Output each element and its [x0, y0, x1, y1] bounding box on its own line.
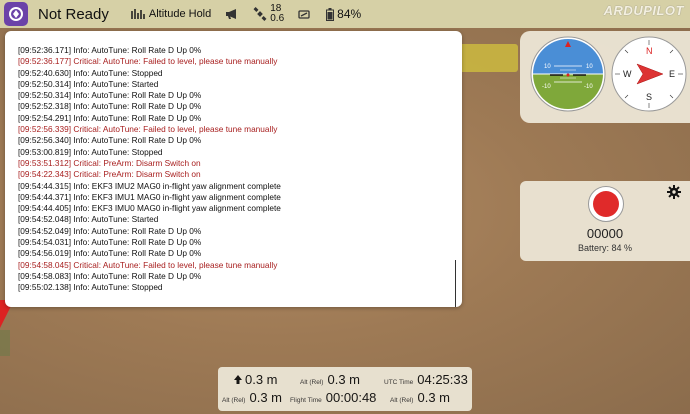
compass-south: S — [646, 92, 652, 102]
mission-status-strip — [462, 44, 518, 72]
log-message: [09:52:54.291] Info: AutoTune: Roll Rate… — [18, 112, 202, 123]
rc-signal-icon — [298, 10, 310, 19]
log-message: [09:52:56.340] Info: AutoTune: Roll Rate… — [18, 135, 202, 146]
pitch-label-right-down: -10 — [584, 84, 593, 90]
compass-east: E — [669, 69, 675, 79]
alt-rel-label: Alt (Rel) — [300, 379, 324, 386]
log-message: [09:52:50.314] Info: AutoTune: Roll Rate… — [18, 90, 202, 101]
log-message: [09:54:22.343] Critical: PreArm: Disarm … — [18, 169, 201, 180]
pitch-label-right-up: 10 — [586, 64, 593, 70]
climb-readout: 0.3 m — [234, 372, 278, 387]
compass-west: W — [623, 69, 632, 79]
ardupilot-logo: ARDUPILOT — [603, 3, 684, 18]
log-message: [09:54:56.019] Info: AutoTune: Roll Rate… — [18, 248, 202, 259]
battery-indicator[interactable]: 84% — [326, 7, 361, 21]
utc-time-readout: UTC Time 04:25:33 — [384, 372, 468, 387]
log-message: [09:52:36.177] Critical: AutoTune: Faile… — [18, 56, 278, 67]
rc-rssi-indicator[interactable] — [298, 8, 312, 20]
pitch-label-left-down: -10 — [542, 84, 551, 90]
compass-north: N — [646, 46, 653, 56]
alt-rel-3-readout: Alt (Rel) 0.3 m — [390, 390, 450, 405]
alt-rel-2-value: 0.3 m — [249, 390, 282, 405]
alt-rel-value: 0.3 m — [327, 372, 360, 387]
pitch-label-left-up: 10 — [544, 64, 551, 70]
megaphone-icon — [226, 9, 237, 19]
log-message: [09:52:36.171] Info: AutoTune: Roll Rate… — [18, 45, 202, 55]
climb-value: 0.3 m — [245, 372, 278, 387]
utc-time-value: 04:25:33 — [417, 372, 468, 387]
flight-time-label: Flight Time — [290, 397, 322, 404]
log-message: [09:53:00.819] Info: AutoTune: Stopped — [18, 146, 163, 157]
log-message: [09:54:44.315] Info: EKF3 IMU2 MAG0 in-f… — [18, 180, 281, 191]
battery-percent: 84% — [337, 7, 362, 21]
log-message: [09:55:02.138] Info: AutoTune: Stopped — [18, 282, 163, 293]
battery-icon — [326, 7, 335, 21]
message-log-panel[interactable]: [09:52:36.171] Info: AutoTune: Roll Rate… — [5, 31, 462, 307]
log-message: [09:54:52.049] Info: AutoTune: Roll Rate… — [18, 225, 202, 236]
gps-indicator[interactable]: 18 0.6 — [253, 4, 284, 24]
messages-indicator[interactable] — [225, 8, 239, 20]
record-button[interactable] — [588, 186, 624, 222]
alt-rel-readout: Alt (Rel) 0.3 m — [300, 372, 360, 387]
alt-rel-3-label: Alt (Rel) — [390, 397, 414, 404]
flight-time-readout: Flight Time 00:00:48 — [290, 390, 376, 405]
telemetry-panel[interactable]: 0.3 m Alt (Rel) 0.3 m UTC Time 04:25:33 … — [218, 367, 472, 411]
flight-mode-label: Altitude Hold — [148, 8, 212, 20]
gps-hdop: 0.6 — [270, 13, 285, 24]
qgc-menu-button[interactable] — [4, 2, 28, 26]
log-message: [09:54:52.048] Info: AutoTune: Started — [18, 214, 159, 225]
satellite-icon — [253, 7, 267, 21]
alt-rel-2-label: Alt (Rel) — [222, 397, 246, 404]
log-message: [09:54:54.031] Info: AutoTune: Roll Rate… — [18, 237, 202, 248]
qgc-logo-icon — [9, 7, 23, 21]
alt-rel-3-value: 0.3 m — [417, 390, 450, 405]
log-message: [09:52:50.314] Info: AutoTune: Started — [18, 78, 159, 89]
log-message: [09:54:44.405] Info: EKF3 IMU0 MAG0 in-f… — [18, 203, 281, 214]
alt-rel-2-readout: Alt (Rel) 0.3 m — [222, 390, 282, 405]
attitude-indicator: 10 10 -10 -10 — [530, 36, 606, 112]
top-toolbar: Not Ready Altitude Hold 18 0.6 84% ARDUP… — [0, 0, 690, 28]
camera-battery: Battery: 84 % — [577, 243, 633, 253]
vehicle-status[interactable]: Not Ready — [38, 6, 109, 23]
map-terrain-patch — [0, 330, 10, 356]
log-scrollbar[interactable] — [455, 260, 456, 307]
log-message: [09:52:40.630] Info: AutoTune: Stopped — [18, 67, 163, 78]
log-message: [09:52:56.339] Critical: AutoTune: Faile… — [18, 124, 278, 135]
flight-mode-icon — [131, 9, 145, 19]
log-message: [09:53:51.312] Critical: PreArm: Disarm … — [18, 157, 201, 168]
utc-time-label: UTC Time — [384, 379, 414, 386]
flight-time-value: 00:00:48 — [325, 390, 377, 405]
log-message: [09:54:58.045] Critical: AutoTune: Faile… — [18, 259, 278, 270]
message-list: [09:52:36.171] Info: AutoTune: Roll Rate… — [18, 45, 438, 294]
camera-settings-gear-icon[interactable] — [667, 185, 681, 199]
compass-indicator: N E S W — [611, 36, 687, 112]
log-message: [09:52:52.318] Info: AutoTune: Roll Rate… — [18, 101, 202, 112]
photo-count: 00000 — [586, 226, 624, 241]
arrow-up-icon — [234, 375, 242, 384]
log-message: [09:54:44.371] Info: EKF3 IMU1 MAG0 in-f… — [18, 191, 281, 202]
flight-mode-selector[interactable]: Altitude Hold — [131, 8, 211, 20]
log-message: [09:54:58.083] Info: AutoTune: Roll Rate… — [18, 270, 202, 281]
